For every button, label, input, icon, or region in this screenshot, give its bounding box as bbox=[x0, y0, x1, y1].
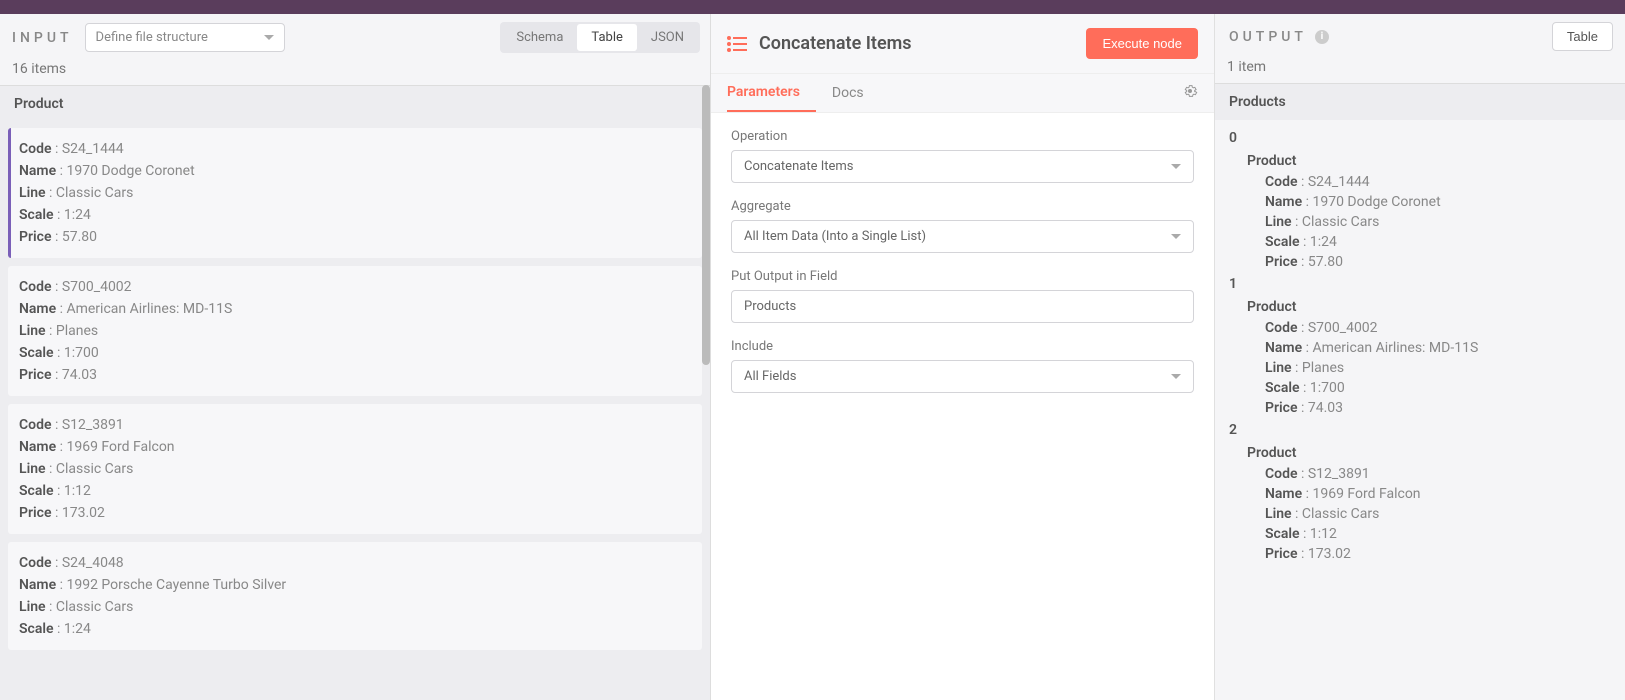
put-output-label: Put Output in Field bbox=[731, 269, 1194, 284]
input-source-select[interactable]: Define file structure bbox=[85, 23, 285, 52]
input-field-row: Code : S700_4002 bbox=[19, 276, 694, 298]
input-item-card[interactable]: Code : S700_4002Name : American Airlines… bbox=[8, 266, 702, 396]
input-field-row: Line : Planes bbox=[19, 320, 694, 342]
output-field-row: Name : 1970 Dodge Coronet bbox=[1247, 192, 1611, 212]
tab-docs[interactable]: Docs bbox=[832, 75, 880, 111]
output-field-row: Line : Classic Cars bbox=[1247, 212, 1611, 232]
aggregate-value: All Item Data (Into a Single List) bbox=[744, 229, 926, 244]
input-source-label: Define file structure bbox=[96, 30, 208, 45]
output-count: 1 item bbox=[1215, 55, 1625, 83]
output-index: 2 bbox=[1229, 418, 1611, 442]
output-field-row: Code : S12_3891 bbox=[1247, 464, 1611, 484]
output-group-title: Product bbox=[1247, 150, 1611, 172]
input-data-scroll[interactable]: Product Code : S24_1444Name : 1970 Dodge… bbox=[0, 85, 710, 700]
tab-parameters[interactable]: Parameters bbox=[727, 74, 816, 112]
output-data-scroll[interactable]: Products 0ProductCode : S24_1444Name : 1… bbox=[1215, 83, 1625, 700]
output-field-row: Name : American Airlines: MD-11S bbox=[1247, 338, 1611, 358]
input-field-row: Line : Classic Cars bbox=[19, 182, 694, 204]
aggregate-label: Aggregate bbox=[731, 199, 1194, 214]
input-view-toggle: Schema Table JSON bbox=[500, 22, 700, 53]
output-field-row: Code : S24_1444 bbox=[1247, 172, 1611, 192]
execute-node-button[interactable]: Execute node bbox=[1086, 28, 1198, 59]
input-field-row: Code : S24_4048 bbox=[19, 552, 694, 574]
output-field-row: Name : 1969 Ford Falcon bbox=[1247, 484, 1611, 504]
output-index: 1 bbox=[1229, 272, 1611, 296]
operation-value: Concatenate Items bbox=[744, 159, 854, 174]
node-title: Concatenate Items bbox=[759, 33, 1086, 54]
output-field-row: Scale : 1:700 bbox=[1247, 378, 1611, 398]
chevron-down-icon bbox=[1171, 234, 1181, 239]
view-json-tab[interactable]: JSON bbox=[637, 24, 698, 51]
input-field-row: Scale : 1:24 bbox=[19, 204, 694, 226]
output-index: 0 bbox=[1229, 126, 1611, 150]
aggregate-select[interactable]: All Item Data (Into a Single List) bbox=[731, 220, 1194, 253]
output-field-row: Price : 74.03 bbox=[1247, 398, 1611, 418]
output-group-title: Product bbox=[1247, 442, 1611, 464]
input-field-row: Scale : 1:12 bbox=[19, 480, 694, 502]
output-group-title: Product bbox=[1247, 296, 1611, 318]
input-field-row: Line : Classic Cars bbox=[19, 458, 694, 480]
input-item-card[interactable]: Code : S24_4048Name : 1992 Porsche Cayen… bbox=[8, 542, 702, 650]
output-field-row: Price : 173.02 bbox=[1247, 544, 1611, 564]
input-count: 16 items bbox=[0, 57, 710, 85]
input-field-row: Scale : 1:24 bbox=[19, 618, 694, 640]
output-field-row: Line : Planes bbox=[1247, 358, 1611, 378]
output-field-row: Line : Classic Cars bbox=[1247, 504, 1611, 524]
output-field-row: Scale : 1:24 bbox=[1247, 232, 1611, 252]
node-config-panel: Concatenate Items Execute node Parameter… bbox=[711, 14, 1215, 700]
include-value: All Fields bbox=[744, 369, 796, 384]
output-field-row: Scale : 1:12 bbox=[1247, 524, 1611, 544]
output-group: ProductCode : S700_4002Name : American A… bbox=[1229, 296, 1611, 418]
gear-icon[interactable] bbox=[1182, 83, 1198, 103]
scrollbar-thumb[interactable] bbox=[702, 85, 710, 365]
view-table-tab[interactable]: Table bbox=[577, 24, 636, 51]
input-field-row: Code : S24_1444 bbox=[19, 138, 694, 160]
output-title: OUTPUT bbox=[1227, 25, 1309, 49]
input-item-card[interactable]: Code : S24_1444Name : 1970 Dodge Coronet… bbox=[8, 128, 702, 258]
put-output-input[interactable] bbox=[744, 299, 1181, 314]
chevron-down-icon bbox=[1171, 164, 1181, 169]
input-field-row: Line : Classic Cars bbox=[19, 596, 694, 618]
include-label: Include bbox=[731, 339, 1194, 354]
input-field-row: Price : 173.02 bbox=[19, 502, 694, 524]
info-icon[interactable]: i bbox=[1315, 30, 1329, 44]
output-field-row: Price : 57.80 bbox=[1247, 252, 1611, 272]
output-table-button[interactable]: Table bbox=[1552, 22, 1613, 51]
chevron-down-icon bbox=[264, 35, 274, 40]
input-field-row: Name : 1970 Dodge Coronet bbox=[19, 160, 694, 182]
output-column-header: Products bbox=[1215, 83, 1625, 120]
input-field-row: Name : American Airlines: MD-11S bbox=[19, 298, 694, 320]
output-panel: OUTPUT i Table 1 item Products 0ProductC… bbox=[1215, 14, 1625, 700]
operation-label: Operation bbox=[731, 129, 1194, 144]
output-group: ProductCode : S12_3891Name : 1969 Ford F… bbox=[1229, 442, 1611, 564]
input-field-row: Price : 74.03 bbox=[19, 364, 694, 386]
view-schema-tab[interactable]: Schema bbox=[502, 24, 577, 51]
input-field-row: Scale : 1:700 bbox=[19, 342, 694, 364]
input-field-row: Name : 1969 Ford Falcon bbox=[19, 436, 694, 458]
operation-select[interactable]: Concatenate Items bbox=[731, 150, 1194, 183]
input-field-row: Price : 57.80 bbox=[19, 226, 694, 248]
input-title: INPUT bbox=[10, 26, 75, 50]
input-panel: INPUT Define file structure Schema Table… bbox=[0, 14, 711, 700]
chevron-down-icon bbox=[1171, 374, 1181, 379]
input-field-row: Code : S12_3891 bbox=[19, 414, 694, 436]
include-select[interactable]: All Fields bbox=[731, 360, 1194, 393]
input-column-header: Product bbox=[0, 85, 710, 122]
output-group: ProductCode : S24_1444Name : 1970 Dodge … bbox=[1229, 150, 1611, 272]
output-field-row: Code : S700_4002 bbox=[1247, 318, 1611, 338]
input-item-card[interactable]: Code : S12_3891Name : 1969 Ford FalconLi… bbox=[8, 404, 702, 534]
input-field-row: Name : 1992 Porsche Cayenne Turbo Silver bbox=[19, 574, 694, 596]
window-titlebar bbox=[0, 0, 1625, 14]
put-output-field[interactable] bbox=[731, 290, 1194, 323]
list-icon bbox=[727, 36, 747, 52]
